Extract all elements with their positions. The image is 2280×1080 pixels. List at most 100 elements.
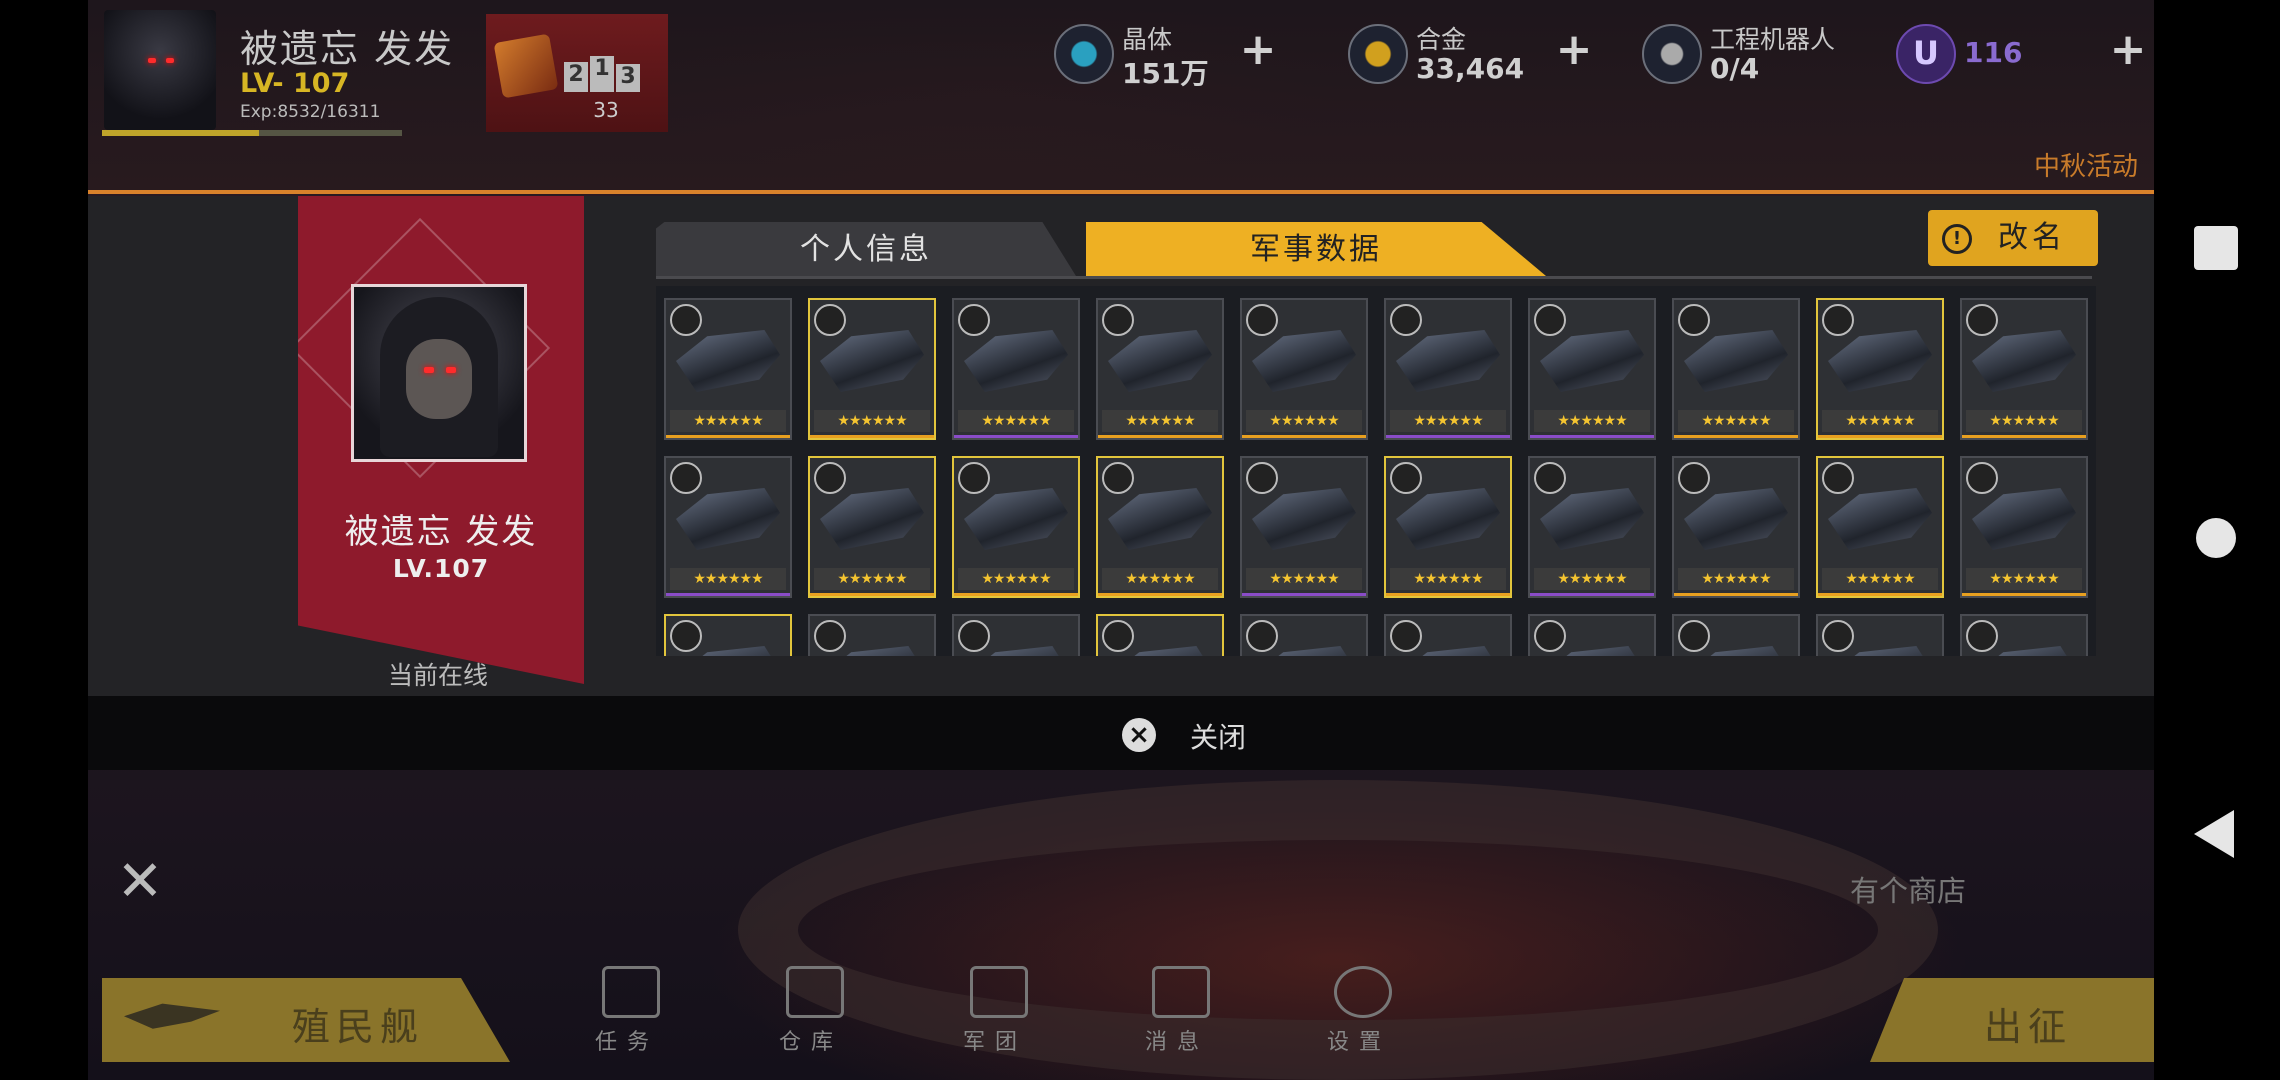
ship-stars: ★★★★★★ [1102,568,1218,590]
ship-slot[interactable]: ★★★★★★ [952,298,1080,440]
ship-class-icon [1390,620,1422,652]
ship-stars: ★★★★★★ [1534,410,1650,432]
ship-slot[interactable] [1672,614,1800,656]
resource-value: 0/4 [1710,52,1760,85]
ship-stars: ★★★★★★ [670,410,786,432]
add-crystal-button[interactable]: + [1236,28,1280,74]
ship-slot[interactable] [664,614,792,656]
ship-slot[interactable] [808,614,936,656]
ship-stars: ★★★★★★ [1678,568,1794,590]
portrait-eye [446,367,456,373]
ship-stars: ★★★★★★ [958,568,1074,590]
ship-rarity-bar [1962,435,2086,438]
nav-label: 任务 [594,1030,659,1055]
warehouse-icon [786,966,844,1018]
u-currency-icon: U [1896,24,1956,84]
ship-slot[interactable]: ★★★★★★ [1528,298,1656,440]
nav-label: 军团 [962,1030,1027,1055]
exp-bar [102,130,402,136]
settings-icon [1334,966,1392,1018]
ship-slot[interactable]: ★★★★★★ [1816,456,1944,598]
ship-slot[interactable]: ★★★★★★ [1960,456,2088,598]
ship-slot[interactable]: ★★★★★★ [664,298,792,440]
tab-personal-info[interactable]: 个人信息 [656,222,1076,276]
ship-rarity-bar [1818,435,1942,438]
resource-value: 33,464 [1416,52,1525,85]
profile-card: 被遗忘 发发 LV.107 [298,196,584,684]
add-alloy-button[interactable]: + [1552,28,1596,74]
tab-military-data[interactable]: 军事数据 [1086,222,1546,276]
ship-rarity-bar [1530,593,1654,596]
add-u-currency-button[interactable]: + [2106,28,2150,74]
player-avatar[interactable] [104,10,216,130]
ship-class-icon [1534,620,1566,652]
tools-icon[interactable]: ✕ [110,852,170,912]
close-icon[interactable]: × [1122,718,1156,752]
nav-legion[interactable]: 军团 [940,966,1050,1056]
robot-icon [1642,24,1702,84]
sortie-button[interactable]: 出征 [1870,978,2154,1062]
back-button[interactable] [2194,810,2234,858]
tab-underline [656,276,2092,279]
nav-message[interactable]: 消息 [1122,966,1232,1056]
ship-image [1252,488,1356,550]
ship-stars: ★★★★★★ [670,568,786,590]
ship-slot[interactable] [952,614,1080,656]
nav-settings[interactable]: 设置 [1304,966,1414,1056]
ship-slot[interactable]: ★★★★★★ [1096,298,1224,440]
ship-class-icon [814,304,846,336]
ship-slot[interactable]: ★★★★★★ [1240,298,1368,440]
podium-first: 1 [590,56,614,92]
ship-grid[interactable]: ★★★★★★ ★★★★★★ ★★★★★★ ★★★★★★ ★★★★★★ ★★★★★★ ★★★★… [656,286,2096,656]
ship-slot[interactable] [1384,614,1512,656]
ship-slot[interactable]: ★★★★★★ [952,456,1080,598]
ship-class-icon [958,304,990,336]
ship-slot[interactable]: ★★★★★★ [1672,298,1800,440]
close-bar[interactable]: × 关闭 [88,696,2154,770]
ship-slot[interactable] [1960,614,2088,656]
ship-slot[interactable] [1816,614,1944,656]
ship-slot[interactable] [1528,614,1656,656]
ship-class-icon [958,462,990,494]
ship-image [676,330,780,392]
ship-slot[interactable]: ★★★★★★ [1528,456,1656,598]
recent-apps-button[interactable] [2194,226,2238,270]
nav-warehouse[interactable]: 仓库 [756,966,866,1056]
crystal-icon [1054,24,1114,84]
ship-slot[interactable]: ★★★★★★ [808,456,936,598]
ship-image [1828,488,1932,550]
colony-ship-button[interactable]: 殖民舰 [102,978,510,1062]
ship-slot[interactable]: ★★★★★★ [1384,456,1512,598]
ship-class-icon [958,620,990,652]
ship-class-icon [1678,620,1710,652]
ship-image [820,330,924,392]
ship-slot[interactable]: ★★★★★★ [808,298,936,440]
home-button[interactable] [2196,518,2236,558]
ship-slot[interactable]: ★★★★★★ [1240,456,1368,598]
podium-second: 2 [564,62,588,92]
rename-button[interactable]: ! 改名 [1928,210,2098,266]
rank-box[interactable]: 2 1 3 33 [486,14,668,132]
ship-rarity-bar [954,593,1078,596]
shop-label[interactable]: 有个商店 [1850,868,1966,910]
colony-label: 殖民舰 [292,1005,425,1049]
ship-slot[interactable]: ★★★★★★ [1816,298,1944,440]
avatar-eye [148,58,156,63]
ship-slot[interactable]: ★★★★★★ [1096,456,1224,598]
game-screen: 被遗忘 发发 LV- 107 Exp:8532/16311 2 1 3 33 晶… [88,0,2154,1080]
ship-image [820,488,924,550]
ship-slot[interactable]: ★★★★★★ [1672,456,1800,598]
ship-rarity-bar [1818,593,1942,596]
ship-slot[interactable]: ★★★★★★ [1384,298,1512,440]
ship-class-icon [1390,462,1422,494]
nav-task[interactable]: 任务 [572,966,682,1056]
ship-icon [124,1003,220,1029]
event-label[interactable]: 中秋活动 [2034,146,2138,183]
ship-slot[interactable]: ★★★★★★ [664,456,792,598]
top-bar: 被遗忘 发发 LV- 107 Exp:8532/16311 2 1 3 33 晶… [88,0,2154,192]
ship-slot[interactable] [1240,614,1368,656]
ship-slot[interactable] [1096,614,1224,656]
ship-class-icon [1822,462,1854,494]
ship-slot[interactable]: ★★★★★★ [1960,298,2088,440]
close-label[interactable]: 关闭 [1190,716,1246,756]
